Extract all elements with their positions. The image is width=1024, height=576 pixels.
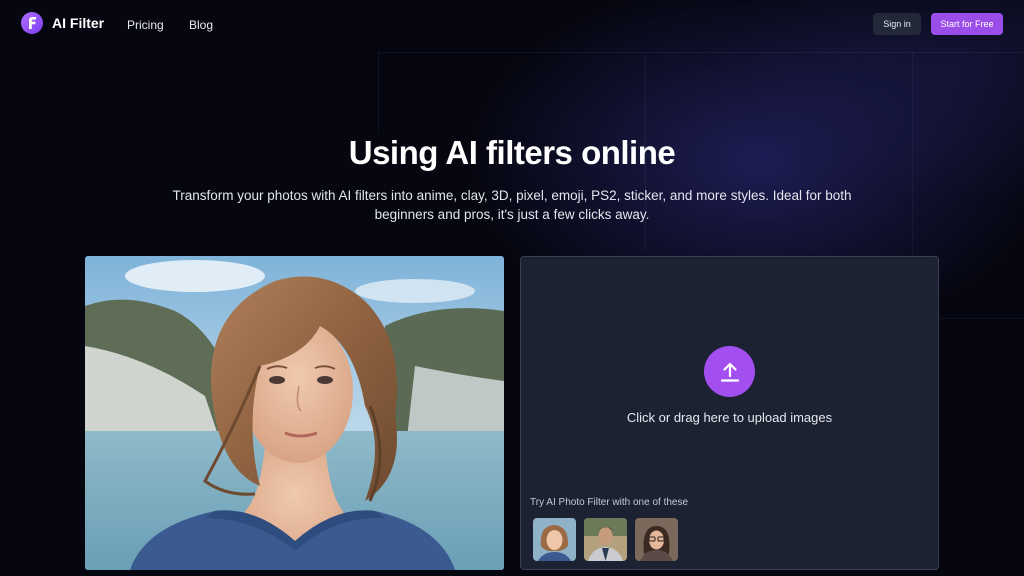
hero-subtitle: Transform your photos with AI filters in… bbox=[172, 188, 852, 222]
top-nav: AI Filter Pricing Blog Sign in Start for… bbox=[0, 0, 1024, 48]
sample-image-girl-glasses[interactable] bbox=[635, 518, 678, 561]
logo[interactable]: AI Filter bbox=[21, 12, 104, 34]
nav-pricing-link[interactable]: Pricing bbox=[127, 18, 164, 32]
start-for-free-button[interactable]: Start for Free bbox=[931, 13, 1003, 35]
letter-f-logo-icon bbox=[21, 12, 43, 34]
upload-arrow-icon[interactable] bbox=[704, 346, 755, 397]
bg-grid-line bbox=[378, 52, 1024, 53]
bg-grid-line bbox=[378, 52, 379, 132]
page-title: Using AI filters online bbox=[348, 134, 676, 171]
sample-image-man[interactable] bbox=[584, 518, 627, 561]
nav-blog-link[interactable]: Blog bbox=[189, 18, 213, 32]
sign-in-button[interactable]: Sign in bbox=[873, 13, 921, 35]
sample-images-label: Try AI Photo Filter with one of these bbox=[530, 497, 689, 508]
upload-instructions: Click or drag here to upload images bbox=[626, 410, 833, 425]
logo-text: AI Filter bbox=[52, 15, 105, 31]
upload-dropzone[interactable]: Click or drag here to upload images Try … bbox=[520, 256, 939, 570]
sample-image-woman[interactable] bbox=[533, 518, 576, 561]
page: AI Filter Pricing Blog Sign in Start for… bbox=[0, 0, 1024, 576]
bg-grid-line bbox=[940, 318, 1024, 319]
example-photo bbox=[85, 256, 504, 570]
